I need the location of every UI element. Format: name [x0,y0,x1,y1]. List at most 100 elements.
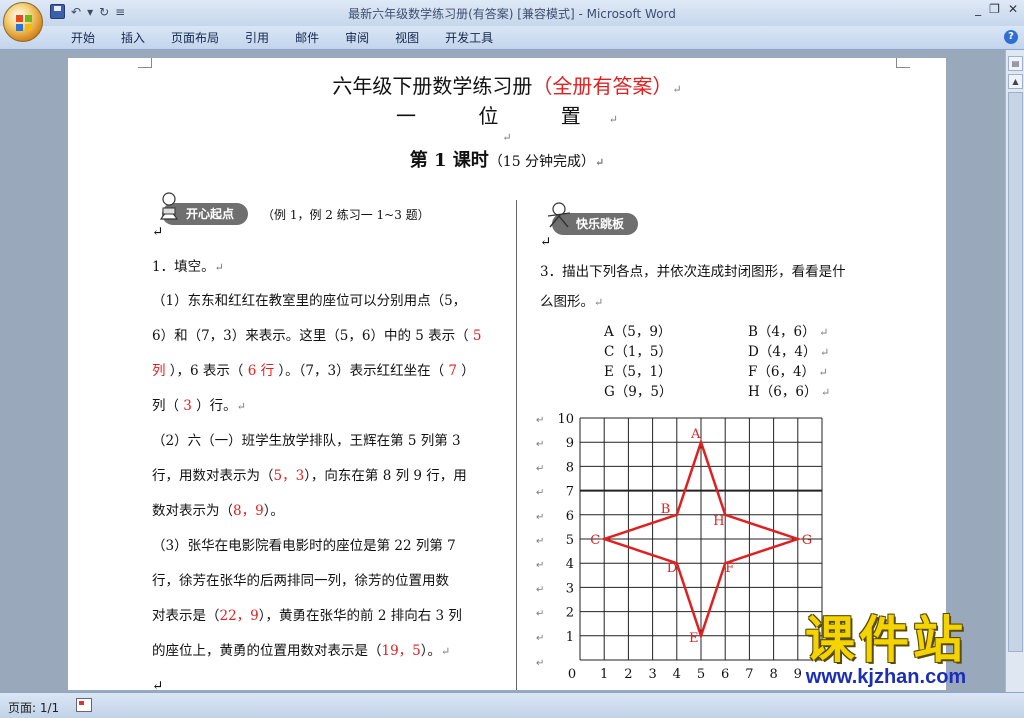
question-text: ），黄勇在张华的前 2 排向右 3 列 [258,608,462,624]
close-icon[interactable]: ✕ [1008,2,1018,16]
point-coordinate-label: E（5，1） [604,364,672,380]
tab-mailings[interactable]: 邮件 [282,30,332,46]
question-3-line-2: 么图形。↵ [540,290,603,310]
x-tick-label: 2 [624,667,632,682]
tab-review[interactable]: 审阅 [332,30,382,46]
paragraph-mark: ↵ [441,645,451,658]
paragraph-mark: ↵ [536,415,544,426]
question-text: 行，徐芳在张华的后两排同一列，徐芳的位置用数 [152,573,449,589]
scroll-thumb[interactable] [1008,92,1023,652]
proofing-icon[interactable] [76,698,92,712]
tab-home[interactable]: 开始 [58,30,108,46]
boy-reading-icon [159,192,179,220]
lesson-title: 第 1 课时（15 分钟完成）↵ [68,146,946,172]
workspace-top [0,50,1005,58]
answer-text: 6 行 [247,363,275,379]
unit-title-text: 一 位 置 [396,104,609,128]
vertical-scrollbar[interactable]: ▤ ▲ [1005,50,1024,692]
y-tick-label: 7 [566,485,574,500]
question-text: ）。 [263,503,284,519]
watermark-logo: 课件站 www.kjzhan.com [770,612,1002,692]
paragraph-mark: ↵ [540,234,552,250]
question-line: （3）张华在电影院看电影时的座位是第 22 列第 7 [152,534,456,554]
tab-developer[interactable]: 开发工具 [432,30,506,46]
y-tick-label: 9 [566,436,574,451]
empty-paragraph: ↵ [68,126,946,145]
y-tick-label: 10 [557,412,574,427]
y-tick-label: 5 [566,533,574,548]
scroll-up-icon[interactable]: ▲ [1008,74,1023,89]
question-line: 行，徐芳在张华的后两排同一列，徐芳的位置用数 [152,569,449,589]
restore-icon[interactable]: ❐ [989,2,1000,16]
paragraph-mark: ↵ [815,366,828,379]
window-controls: _ ❐ ✕ [975,2,1018,16]
question-text: ） [456,363,475,379]
badge-label: 开心起点 [186,207,235,221]
paragraph-mark: ↵ [536,536,544,547]
question-text: （1）东东和红红在教室里的座位可以分别用点（5， [152,293,467,309]
margin-corner-mark [138,58,152,68]
tab-view[interactable]: 视图 [382,30,432,46]
question-text: 的座位上，黄勇的位置用数对表示是（ [152,643,382,659]
page-count[interactable]: 页面: 1/1 [8,699,59,716]
question-text: ），向东在第 8 列 9 行，用 [304,468,467,484]
paragraph-mark: ↵ [214,261,224,274]
point-coordinate-label: B（4，6） ↵ [748,324,829,340]
answer-text: 22，9 [219,608,259,624]
answer-text: 5 [472,328,482,344]
question-line: 列 ），6 表示（ 6 行 ）。（7，3）表示红红坐在（ 7 ） [152,359,475,379]
paragraph-mark: ↵ [536,488,544,499]
y-tick-label: 2 [566,606,574,621]
tab-page-layout[interactable]: 页面布局 [158,30,232,46]
point-coordinate-label: H（6，6） ↵ [748,384,831,400]
tab-insert[interactable]: 插入 [108,30,158,46]
question-text: ）。 [420,643,442,659]
question-line: （1）东东和红红在教室里的座位可以分别用点（5， [152,289,466,309]
window-title: 最新六年级数学练习册(有答案) [兼容模式] - Microsoft Word [348,7,676,21]
question-text: 列（ [152,398,184,414]
ruler-toggle-icon[interactable]: ▤ [1008,56,1023,71]
question-line: 行，用数对表示为（5，3），向东在第 8 列 9 行，用 [152,464,467,484]
question-3-line-2-text: 么图形。 [540,294,594,310]
badge-label: 快乐跳板 [576,217,625,231]
y-tick-label: 8 [566,460,574,475]
paragraph-mark: ↵ [536,512,544,523]
tab-references[interactable]: 引用 [232,30,282,46]
paragraph-mark: ↵ [536,658,544,669]
minimize-icon[interactable]: _ [975,2,981,16]
section-badge-left: 开心起点 [159,192,249,225]
document-page[interactable]: 六年级下册数学练习册（全册有答案）↵ 一 位 置↵ ↵ 第 1 课时（15 分钟… [68,58,946,690]
y-tick-label: 1 [566,630,574,645]
question-line: 6）和（7，3）来表示。这里（5，6）中的 5 表示（ 5 [152,324,482,344]
paragraph-mark: ↵ [236,400,246,413]
question-line: 对表示是（22，9），黄勇在张华的前 2 排向右 3 列 [152,604,462,624]
section-badge-right: 快乐跳板 [547,202,639,235]
paragraph-mark: ↵ [536,463,544,474]
y-tick-label: 4 [566,557,574,572]
title-bar: ↶ ▾ ↻ ≡ 最新六年级数学练习册(有答案) [兼容模式] - Microso… [0,0,1024,42]
paragraph-mark: ↵ [152,224,164,240]
ribbon: 开始 插入 页面布局 引用 邮件 审阅 视图 开发工具 ? [0,26,1024,50]
x-tick-label: 1 [600,667,608,682]
question-text: 对表示是（ [152,608,220,624]
paragraph-mark: ↵ [594,296,604,309]
doc-title: 六年级下册数学练习册（全册有答案）↵ [68,70,946,99]
x-tick-label: 7 [745,667,753,682]
girl-jumping-icon [547,202,571,228]
point-coordinate-label: F（6，4） ↵ [748,364,828,380]
point-label: A [690,427,701,442]
unit-title: 一 位 置↵ [68,100,946,129]
paragraph-mark: ↵ [815,326,829,339]
point-coordinate-label: A（5，9） [604,324,672,340]
help-icon[interactable]: ? [1004,30,1018,44]
question-text: ）行。 [191,398,237,414]
point-label: F [725,561,734,576]
point-label: D [667,561,677,576]
column-divider [516,200,517,690]
badge-note: （例 1，例 2 练习一 1~3 题） [262,208,430,222]
point-coordinate-label: D（4，4） ↵ [748,344,830,360]
answer-text: 8，9 [233,503,264,519]
office-button[interactable] [3,2,43,42]
question-text: 行，用数对表示为（ [152,468,274,484]
answer-text: 列 [152,363,166,379]
